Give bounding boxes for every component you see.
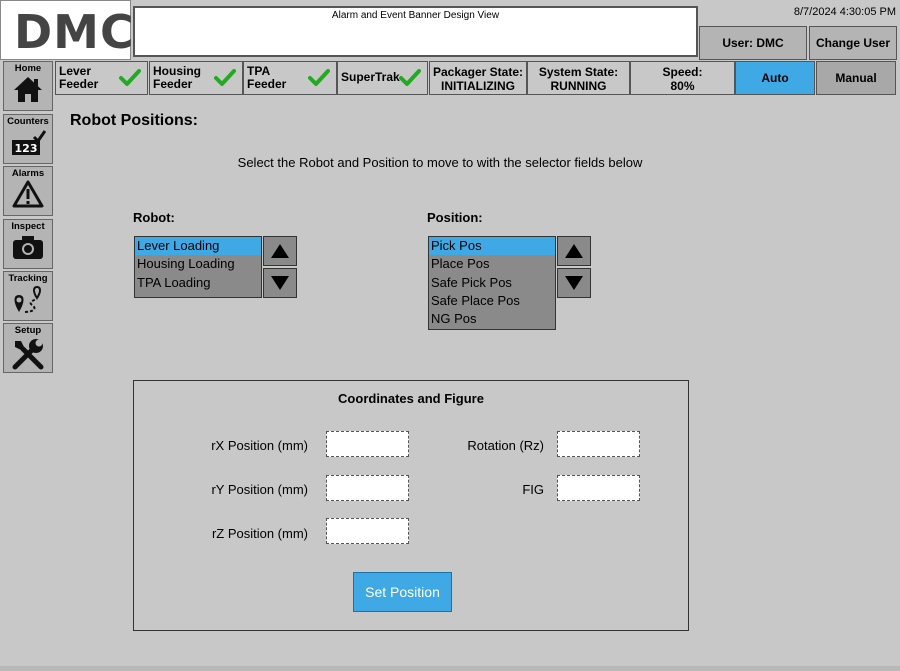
packager-state-value: INITIALIZING (441, 79, 515, 93)
position-selector-list[interactable]: Pick Pos Place Pos Safe Pick Pos Safe Pl… (428, 236, 556, 330)
check-icon (214, 69, 236, 86)
logo-text: DMC (14, 5, 135, 59)
list-item[interactable]: TPA Loading (135, 274, 261, 292)
rotation-input[interactable] (557, 431, 640, 457)
ry-label: rY Position (mm) (211, 482, 308, 497)
rz-label: rZ Position (mm) (211, 526, 308, 541)
nav-label: Setup (14, 325, 42, 336)
feeder-label-line2: Feeder (247, 77, 287, 91)
page-title: Robot Positions: (70, 112, 198, 129)
counter-digits: 123 (15, 142, 38, 155)
arrow-up-icon (565, 244, 583, 258)
nav-home-button[interactable]: Home (3, 61, 53, 111)
fig-label: FIG (522, 482, 544, 497)
set-position-button[interactable]: Set Position (353, 572, 452, 612)
list-item[interactable]: Pick Pos (429, 237, 555, 256)
check-icon (399, 69, 421, 86)
arrow-up-icon (271, 244, 289, 258)
nav-label: Inspect (11, 221, 45, 232)
position-up-button[interactable] (557, 236, 591, 266)
system-state-value: RUNNING (550, 79, 607, 93)
datetime-display: 8/7/2024 4:30:05 PM (793, 6, 896, 18)
lever-feeder-status: Lever Feeder (55, 61, 148, 95)
feeder-label-line2: Feeder (153, 77, 193, 91)
home-icon (14, 77, 42, 102)
auto-mode-button[interactable]: Auto (735, 61, 815, 95)
nav-tracking-button[interactable]: Tracking (3, 271, 53, 321)
list-item[interactable]: Place Pos (429, 255, 555, 273)
tracking-icon (14, 285, 41, 313)
nav-label: Counters (7, 116, 49, 127)
position-label: Position: (427, 210, 483, 225)
supertrak-label: SuperTrak (341, 70, 400, 84)
camera-icon (13, 236, 43, 259)
rotation-label: Rotation (Rz) (467, 438, 544, 453)
warning-icon (12, 180, 44, 208)
ry-position-input[interactable] (326, 475, 409, 501)
user-button[interactable]: User: DMC (699, 26, 807, 60)
instructions-text: Select the Robot and Position to move to… (237, 155, 643, 170)
tools-icon (12, 339, 44, 370)
arrow-down-icon (565, 276, 583, 290)
feeder-label-line2: Feeder (59, 77, 99, 91)
position-down-button[interactable] (557, 268, 591, 298)
bottom-border (0, 666, 900, 671)
fig-input[interactable] (557, 475, 640, 501)
check-icon (119, 69, 141, 86)
speed-value: 80% (670, 79, 695, 93)
rz-position-input[interactable] (326, 518, 409, 544)
dmc-logo: DMC (0, 0, 134, 60)
robot-down-button[interactable] (263, 268, 297, 298)
counter-icon: 123 (12, 130, 46, 155)
housing-feeder-status: Housing Feeder (149, 61, 243, 95)
packager-state: Packager State: INITIALIZING (429, 61, 527, 95)
system-state-label: System State: (538, 65, 619, 79)
nav-label: Home (14, 63, 42, 74)
rx-position-input[interactable] (326, 431, 409, 457)
nav-setup-button[interactable]: Setup (3, 323, 53, 373)
robot-selector-list[interactable]: Lever Loading Housing Loading TPA Loadin… (134, 236, 262, 298)
manual-mode-button[interactable]: Manual (816, 61, 896, 95)
nav-alarms-button[interactable]: Alarms (3, 166, 53, 216)
nav-label: Alarms (11, 168, 45, 179)
speed-display: Speed: 80% (630, 61, 735, 95)
supertrak-status: SuperTrak (337, 61, 428, 95)
nav-counters-button[interactable]: Counters 123 (3, 114, 53, 164)
speed-label: Speed: (662, 65, 703, 79)
robot-up-button[interactable] (263, 236, 297, 266)
arrow-down-icon (271, 276, 289, 290)
rx-label: rX Position (mm) (211, 438, 308, 453)
list-item[interactable]: Lever Loading (135, 237, 261, 256)
list-item[interactable]: Safe Place Pos (429, 292, 555, 310)
packager-state-label: Packager State: (432, 65, 524, 79)
check-icon (308, 69, 330, 86)
tpa-feeder-status: TPA Feeder (243, 61, 337, 95)
list-item[interactable]: Housing Loading (135, 255, 261, 273)
robot-label: Robot: (133, 210, 175, 225)
panel-title: Coordinates and Figure (338, 391, 484, 406)
list-item[interactable]: NG Pos (429, 310, 555, 328)
alarm-event-banner: Alarm and Event Banner Design View (133, 6, 698, 57)
system-state: System State: RUNNING (527, 61, 630, 95)
banner-text: Alarm and Event Banner Design View (331, 10, 500, 21)
nav-inspect-button[interactable]: Inspect (3, 219, 53, 269)
change-user-button[interactable]: Change User (809, 26, 897, 60)
nav-label: Tracking (8, 273, 48, 284)
list-item[interactable]: Safe Pick Pos (429, 274, 555, 292)
